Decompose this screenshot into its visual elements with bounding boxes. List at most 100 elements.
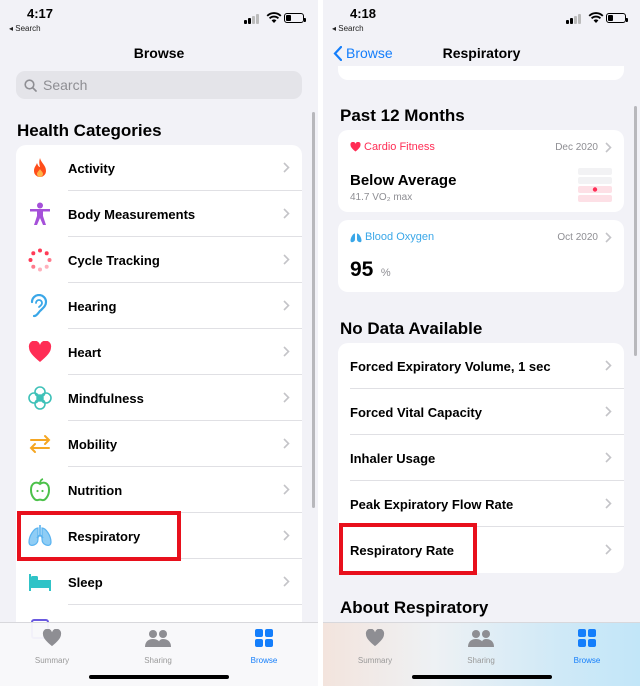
category-activity[interactable]: Activity <box>16 145 302 191</box>
metric-label: Peak Expiratory Flow Rate <box>350 497 514 512</box>
tab-sharing[interactable]: Sharing <box>118 629 198 665</box>
category-nutrition[interactable]: Nutrition <box>16 467 302 513</box>
respiratory-screen: 4:18 ◂ Search Browse Respiratory Past 12… <box>323 0 640 686</box>
cycle-icon <box>28 248 52 272</box>
scrollbar[interactable] <box>312 112 315 508</box>
home-indicator <box>89 675 229 679</box>
category-label: Mindfulness <box>68 390 144 406</box>
back-to-search-link[interactable]: ◂ Search <box>332 24 364 33</box>
cellular-signal-icon <box>244 12 260 24</box>
chevron-right-icon <box>283 300 290 311</box>
metric-label: Forced Vital Capacity <box>350 405 482 420</box>
wifi-icon <box>588 12 604 23</box>
chevron-right-icon <box>283 254 290 265</box>
category-label: Heart <box>68 344 102 360</box>
tab-bar: Summary Sharing Browse <box>0 622 318 686</box>
status-indicators <box>566 12 628 24</box>
tab-summary[interactable]: Summary <box>335 628 415 665</box>
chevron-right-icon <box>283 576 290 587</box>
card-value-row: 95 % <box>350 258 391 282</box>
card-unit: % <box>380 267 391 279</box>
tab-sharing[interactable]: Sharing <box>441 629 521 665</box>
card-header: Blood Oxygen <box>350 231 434 243</box>
chevron-right-icon <box>605 406 612 417</box>
chevron-right-icon <box>283 162 290 173</box>
card-value: 95 <box>350 258 374 281</box>
chevron-right-icon <box>605 452 612 463</box>
section-title-no-data: No Data Available <box>340 319 483 338</box>
status-time: 4:17 <box>27 6 54 21</box>
browse-screen: 4:17 ◂ Search Browse Health Categories <box>0 0 318 686</box>
search-bar[interactable] <box>16 71 302 99</box>
battery-icon <box>606 13 628 23</box>
people-icon <box>145 630 171 647</box>
tab-browse[interactable]: Browse <box>547 629 627 665</box>
category-mobility[interactable]: Mobility <box>16 421 302 467</box>
blood-oxygen-card[interactable]: Blood Oxygen Oct 2020 95 % <box>338 220 624 292</box>
wifi-icon <box>266 12 282 23</box>
card-value: Below Average <box>350 172 457 189</box>
heart-icon <box>365 628 385 647</box>
page-title: Respiratory <box>442 45 521 61</box>
metric-peak-expiratory-flow-rate[interactable]: Peak Expiratory Flow Rate <box>338 481 624 527</box>
metric-forced-expiratory-volume[interactable]: Forced Expiratory Volume, 1 sec <box>338 343 624 389</box>
search-input[interactable] <box>43 77 283 93</box>
heart-icon <box>42 628 62 647</box>
cardio-range-icon <box>578 168 612 202</box>
tab-label: Summary <box>357 656 393 665</box>
page-title: Browse <box>133 45 185 61</box>
category-label: Mobility <box>68 436 118 452</box>
category-label: Hearing <box>68 298 117 314</box>
card-date: Dec 2020 <box>555 142 598 153</box>
cellular-signal-icon <box>566 12 582 24</box>
grid-icon <box>255 629 273 647</box>
tab-label: Sharing <box>144 656 172 665</box>
chevron-right-icon <box>605 232 612 243</box>
chevron-right-icon <box>605 498 612 509</box>
heart-icon <box>350 142 361 152</box>
scrollbar[interactable] <box>634 106 637 356</box>
ear-icon <box>28 294 52 318</box>
category-label: Cycle Tracking <box>68 252 160 268</box>
person-icon <box>28 202 52 226</box>
category-hearing[interactable]: Hearing <box>16 283 302 329</box>
category-label: Body Measurements <box>68 206 196 222</box>
tab-summary[interactable]: Summary <box>12 628 92 665</box>
bed-icon <box>28 570 52 594</box>
category-cycle-tracking[interactable]: Cycle Tracking <box>16 237 302 283</box>
category-label: Nutrition <box>68 482 123 498</box>
category-body-measurements[interactable]: Body Measurements <box>16 191 302 237</box>
category-mindfulness[interactable]: Mindfulness <box>16 375 302 421</box>
grid-icon <box>578 629 596 647</box>
category-sleep[interactable]: Sleep <box>16 559 302 605</box>
categories-list: Activity Body Measurements Cycle Trackin… <box>16 145 302 651</box>
card-date: Oct 2020 <box>557 232 598 243</box>
metric-label: Forced Expiratory Volume, 1 sec <box>350 359 551 374</box>
home-indicator <box>411 675 552 679</box>
chevron-right-icon <box>605 142 612 153</box>
metric-forced-vital-capacity[interactable]: Forced Vital Capacity <box>338 389 624 435</box>
chevron-right-icon <box>283 208 290 219</box>
respiratory-rate-highlight-box <box>339 523 477 575</box>
back-to-search-link[interactable]: ◂ Search <box>9 24 41 33</box>
cardio-fitness-card[interactable]: Cardio Fitness Dec 2020 Below Average 41… <box>338 130 624 212</box>
flame-icon <box>28 156 52 180</box>
section-title-health-categories: Health Categories <box>17 121 162 140</box>
category-heart[interactable]: Heart <box>16 329 302 375</box>
tab-label: Summary <box>34 656 70 665</box>
lungs-icon <box>350 233 362 242</box>
tab-label: Browse <box>573 656 601 665</box>
chevron-right-icon <box>283 530 290 541</box>
metric-inhaler-usage[interactable]: Inhaler Usage <box>338 435 624 481</box>
search-icon <box>24 78 37 92</box>
heart-icon <box>28 340 52 364</box>
chevron-right-icon <box>283 346 290 357</box>
tab-browse[interactable]: Browse <box>224 629 304 665</box>
metric-label: Inhaler Usage <box>350 451 436 466</box>
tab-label: Sharing <box>467 656 495 665</box>
status-time: 4:18 <box>350 6 377 21</box>
section-title-past-12-months: Past 12 Months <box>340 106 465 125</box>
respiratory-highlight-box <box>17 511 181 561</box>
apple-icon <box>28 478 52 502</box>
tab-label: Browse <box>250 656 278 665</box>
